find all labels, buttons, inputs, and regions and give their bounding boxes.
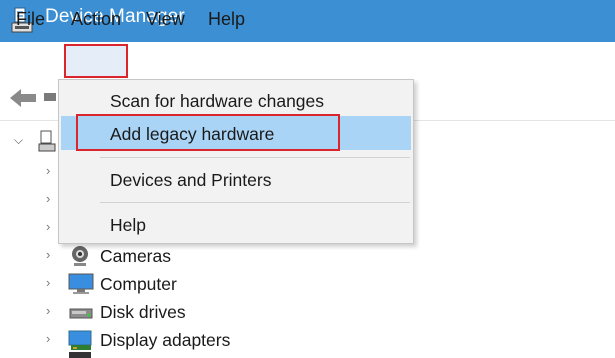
computer-icon bbox=[68, 273, 94, 294]
disk-drive-icon bbox=[69, 308, 93, 319]
tree-item-display-adapters[interactable]: Display adapters bbox=[100, 330, 230, 351]
expand-chevron-icon[interactable]: › bbox=[46, 275, 50, 290]
expand-chevron-icon[interactable]: › bbox=[46, 247, 50, 262]
forward-arrow-icon[interactable] bbox=[44, 93, 56, 101]
back-arrow-icon[interactable] bbox=[8, 86, 38, 110]
menu-item-add-legacy-hardware[interactable]: Add legacy hardware bbox=[110, 124, 274, 145]
root-expand-chevron-icon[interactable]: ⌵ bbox=[14, 133, 23, 148]
collapsed-chevron-icon[interactable]: › bbox=[46, 191, 50, 206]
root-computer-icon bbox=[38, 130, 56, 152]
menu-help[interactable]: Help bbox=[208, 9, 245, 30]
menu-view[interactable]: View bbox=[146, 9, 185, 30]
collapsed-chevron-icon[interactable]: › bbox=[46, 163, 50, 178]
menu-separator bbox=[100, 157, 410, 158]
menu-action[interactable]: Action bbox=[71, 9, 121, 30]
tree-item-cameras[interactable]: Cameras bbox=[100, 246, 171, 267]
display-adapter-icon bbox=[68, 330, 92, 350]
menu-file[interactable]: File bbox=[16, 9, 45, 30]
menu-item-devices-and-printers[interactable]: Devices and Printers bbox=[110, 170, 271, 191]
partial-device-icon bbox=[69, 352, 91, 358]
collapsed-chevron-icon[interactable]: › bbox=[46, 219, 50, 234]
expand-chevron-icon[interactable]: › bbox=[46, 303, 50, 318]
menu-separator bbox=[100, 202, 410, 203]
tree-item-computer[interactable]: Computer bbox=[100, 274, 177, 295]
menu-item-help[interactable]: Help bbox=[110, 215, 146, 236]
expand-chevron-icon[interactable]: › bbox=[46, 331, 50, 346]
tree-item-disk-drives[interactable]: Disk drives bbox=[100, 302, 186, 323]
action-menu-highlight bbox=[64, 44, 128, 78]
camera-icon bbox=[72, 246, 88, 266]
menu-item-scan-for-hardware-changes[interactable]: Scan for hardware changes bbox=[110, 91, 324, 112]
